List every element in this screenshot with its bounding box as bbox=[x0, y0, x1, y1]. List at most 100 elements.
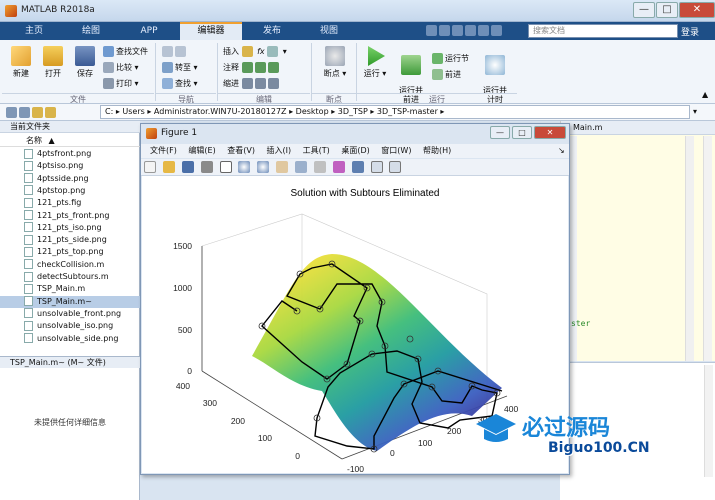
file-list-item[interactable]: TSP_Main.m bbox=[0, 283, 140, 295]
new-figure-icon[interactable] bbox=[144, 161, 156, 173]
command-scrollbar[interactable] bbox=[704, 365, 713, 477]
editor-tab[interactable]: Main.m bbox=[561, 121, 715, 135]
m-file-icon bbox=[24, 259, 33, 270]
maximize-button[interactable]: □ bbox=[656, 2, 678, 18]
indent2-icon bbox=[254, 78, 266, 89]
address-nav-buttons[interactable] bbox=[6, 107, 58, 118]
run-button[interactable]: 运行 ▾ bbox=[360, 46, 390, 79]
open-icon[interactable] bbox=[162, 161, 175, 173]
nav-arrows[interactable] bbox=[162, 46, 188, 57]
tab-publish[interactable]: 发布 bbox=[248, 22, 296, 40]
forward-arrow-icon[interactable] bbox=[19, 107, 30, 118]
menu-edit[interactable]: 编辑(E) bbox=[188, 144, 215, 158]
tab-home[interactable]: 主页 bbox=[10, 22, 58, 40]
data-cursor-icon[interactable] bbox=[313, 161, 326, 173]
tab-editor[interactable]: 编辑器 bbox=[180, 22, 242, 40]
colorbar-icon[interactable] bbox=[370, 161, 383, 173]
print-button[interactable]: 打印 ▾ bbox=[103, 78, 139, 89]
open-button[interactable]: 打开 bbox=[38, 46, 68, 79]
file-list-item[interactable]: unsolvable_front.png bbox=[0, 308, 140, 320]
brush-icon[interactable] bbox=[332, 161, 345, 173]
image-file-icon bbox=[24, 234, 33, 245]
editor-scrollbar-right[interactable] bbox=[703, 136, 712, 361]
dock-arrow-icon[interactable]: ↘ bbox=[558, 146, 565, 155]
indent-button[interactable]: 缩进 bbox=[223, 78, 281, 89]
menu-view[interactable]: 查看(V) bbox=[227, 144, 255, 158]
editor-pane[interactable]: Main.m ster bbox=[560, 121, 715, 361]
minimize-button[interactable]: — bbox=[633, 2, 655, 18]
percent2-icon bbox=[254, 62, 266, 73]
path-segment[interactable]: Administrator.WIN7U-20180127Z bbox=[154, 107, 287, 116]
file-list-item[interactable]: 121_pts_top.png bbox=[0, 246, 140, 258]
figure-minimize-button[interactable]: — bbox=[490, 126, 510, 139]
close-button[interactable]: ✕ bbox=[679, 2, 715, 18]
path-segment[interactable]: 3D_TSP-master bbox=[377, 107, 438, 116]
comment-button[interactable]: 注释 bbox=[223, 62, 281, 73]
z-tick: 1500 bbox=[173, 241, 192, 251]
legend-icon[interactable] bbox=[389, 161, 402, 173]
file-list-item[interactable]: unsolvable_side.png bbox=[0, 333, 140, 345]
file-list-item[interactable]: 4ptsfront.png bbox=[0, 148, 140, 160]
new-button[interactable]: 新建 bbox=[6, 46, 36, 79]
path-breadcrumb[interactable]: C: ▸ Users ▸ Administrator.WIN7U-2018012… bbox=[100, 105, 690, 119]
menu-help[interactable]: 帮助(H) bbox=[423, 144, 451, 158]
breakpoints-button[interactable]: 断点 ▾ bbox=[318, 46, 352, 79]
search-icon[interactable]: ⌕ bbox=[664, 25, 669, 35]
tab-view[interactable]: 视图 bbox=[302, 22, 356, 40]
search-input[interactable]: 搜索文档 bbox=[528, 24, 678, 38]
path-dropdown-icon[interactable]: ▾ bbox=[693, 107, 697, 116]
path-segment[interactable]: 3D_TSP bbox=[338, 107, 368, 116]
menu-window[interactable]: 窗口(W) bbox=[381, 144, 411, 158]
back-arrow-icon[interactable] bbox=[6, 107, 17, 118]
tab-plots[interactable]: 绘图 bbox=[64, 22, 118, 40]
up-folder-icon[interactable] bbox=[32, 107, 43, 118]
save-icon[interactable] bbox=[181, 161, 194, 173]
compare-button[interactable]: 比较 ▾ bbox=[103, 62, 139, 73]
zoom-out-icon[interactable] bbox=[257, 161, 270, 173]
rotate-icon[interactable] bbox=[295, 161, 307, 173]
figure-maximize-button[interactable]: □ bbox=[512, 126, 532, 139]
path-segment[interactable]: Desktop bbox=[296, 107, 329, 116]
find-files-button[interactable]: 查找文件 bbox=[103, 46, 148, 57]
file-name: 4ptsiso.png bbox=[37, 161, 84, 171]
path-segment[interactable]: C: bbox=[105, 107, 113, 116]
editor-scrollbar[interactable] bbox=[685, 136, 694, 361]
file-list-item[interactable]: 121_pts_front.png bbox=[0, 210, 140, 222]
file-list-item[interactable]: 121_pts.fig bbox=[0, 197, 140, 209]
file-list-item[interactable]: 121_pts_iso.png bbox=[0, 222, 140, 234]
file-list-item[interactable]: 4ptsiso.png bbox=[0, 160, 140, 172]
figure-close-button[interactable]: ✕ bbox=[534, 126, 566, 139]
file-list-item[interactable]: 4ptstop.png bbox=[0, 185, 140, 197]
pointer-icon[interactable] bbox=[219, 161, 232, 173]
menu-insert[interactable]: 插入(I) bbox=[267, 144, 292, 158]
pan-hand-icon[interactable] bbox=[276, 161, 289, 173]
save-button[interactable]: 保存 bbox=[70, 46, 100, 79]
zoom-in-icon[interactable] bbox=[238, 161, 251, 173]
path-segment[interactable]: Users bbox=[122, 107, 144, 116]
menu-desktop[interactable]: 桌面(D) bbox=[341, 144, 369, 158]
file-list-item[interactable]: 121_pts_side.png bbox=[0, 234, 140, 246]
folder-icon bbox=[43, 46, 63, 66]
figure-menu-bar: 文件(F) 编辑(E) 查看(V) 插入(I) 工具(T) 桌面(D) 窗口(W… bbox=[141, 144, 569, 158]
menu-tools[interactable]: 工具(T) bbox=[303, 144, 330, 158]
file-list-item[interactable]: TSP_Main.m~ bbox=[0, 295, 140, 308]
goto-icon bbox=[162, 62, 173, 73]
menu-file[interactable]: 文件(F) bbox=[150, 144, 177, 158]
run-section-button[interactable]: 运行节 bbox=[432, 53, 469, 64]
browse-folder-icon[interactable] bbox=[45, 107, 56, 118]
tab-apps[interactable]: APP bbox=[124, 22, 174, 40]
file-list-item[interactable]: 4ptsside.png bbox=[0, 173, 140, 185]
login-link[interactable]: 登录 bbox=[681, 25, 699, 38]
file-name: 4ptstop.png bbox=[37, 185, 86, 195]
print-icon[interactable] bbox=[200, 161, 213, 173]
insert-button[interactable]: 插入 fx ▾ bbox=[223, 46, 287, 57]
file-list-item[interactable]: checkCollision.m bbox=[0, 259, 140, 271]
file-list-item[interactable]: unsolvable_iso.png bbox=[0, 320, 140, 332]
find-button[interactable]: 查找 ▾ bbox=[162, 78, 198, 89]
file-list-item[interactable]: detectSubtours.m bbox=[0, 271, 140, 283]
link-icon[interactable] bbox=[351, 161, 364, 173]
collapse-ribbon-icon[interactable]: ▲ bbox=[702, 90, 708, 99]
goto-button[interactable]: 转至 ▾ bbox=[162, 62, 198, 73]
name-column-header[interactable]: 名称 ▲ bbox=[0, 134, 140, 147]
advance-button[interactable]: 前进 bbox=[432, 69, 461, 80]
